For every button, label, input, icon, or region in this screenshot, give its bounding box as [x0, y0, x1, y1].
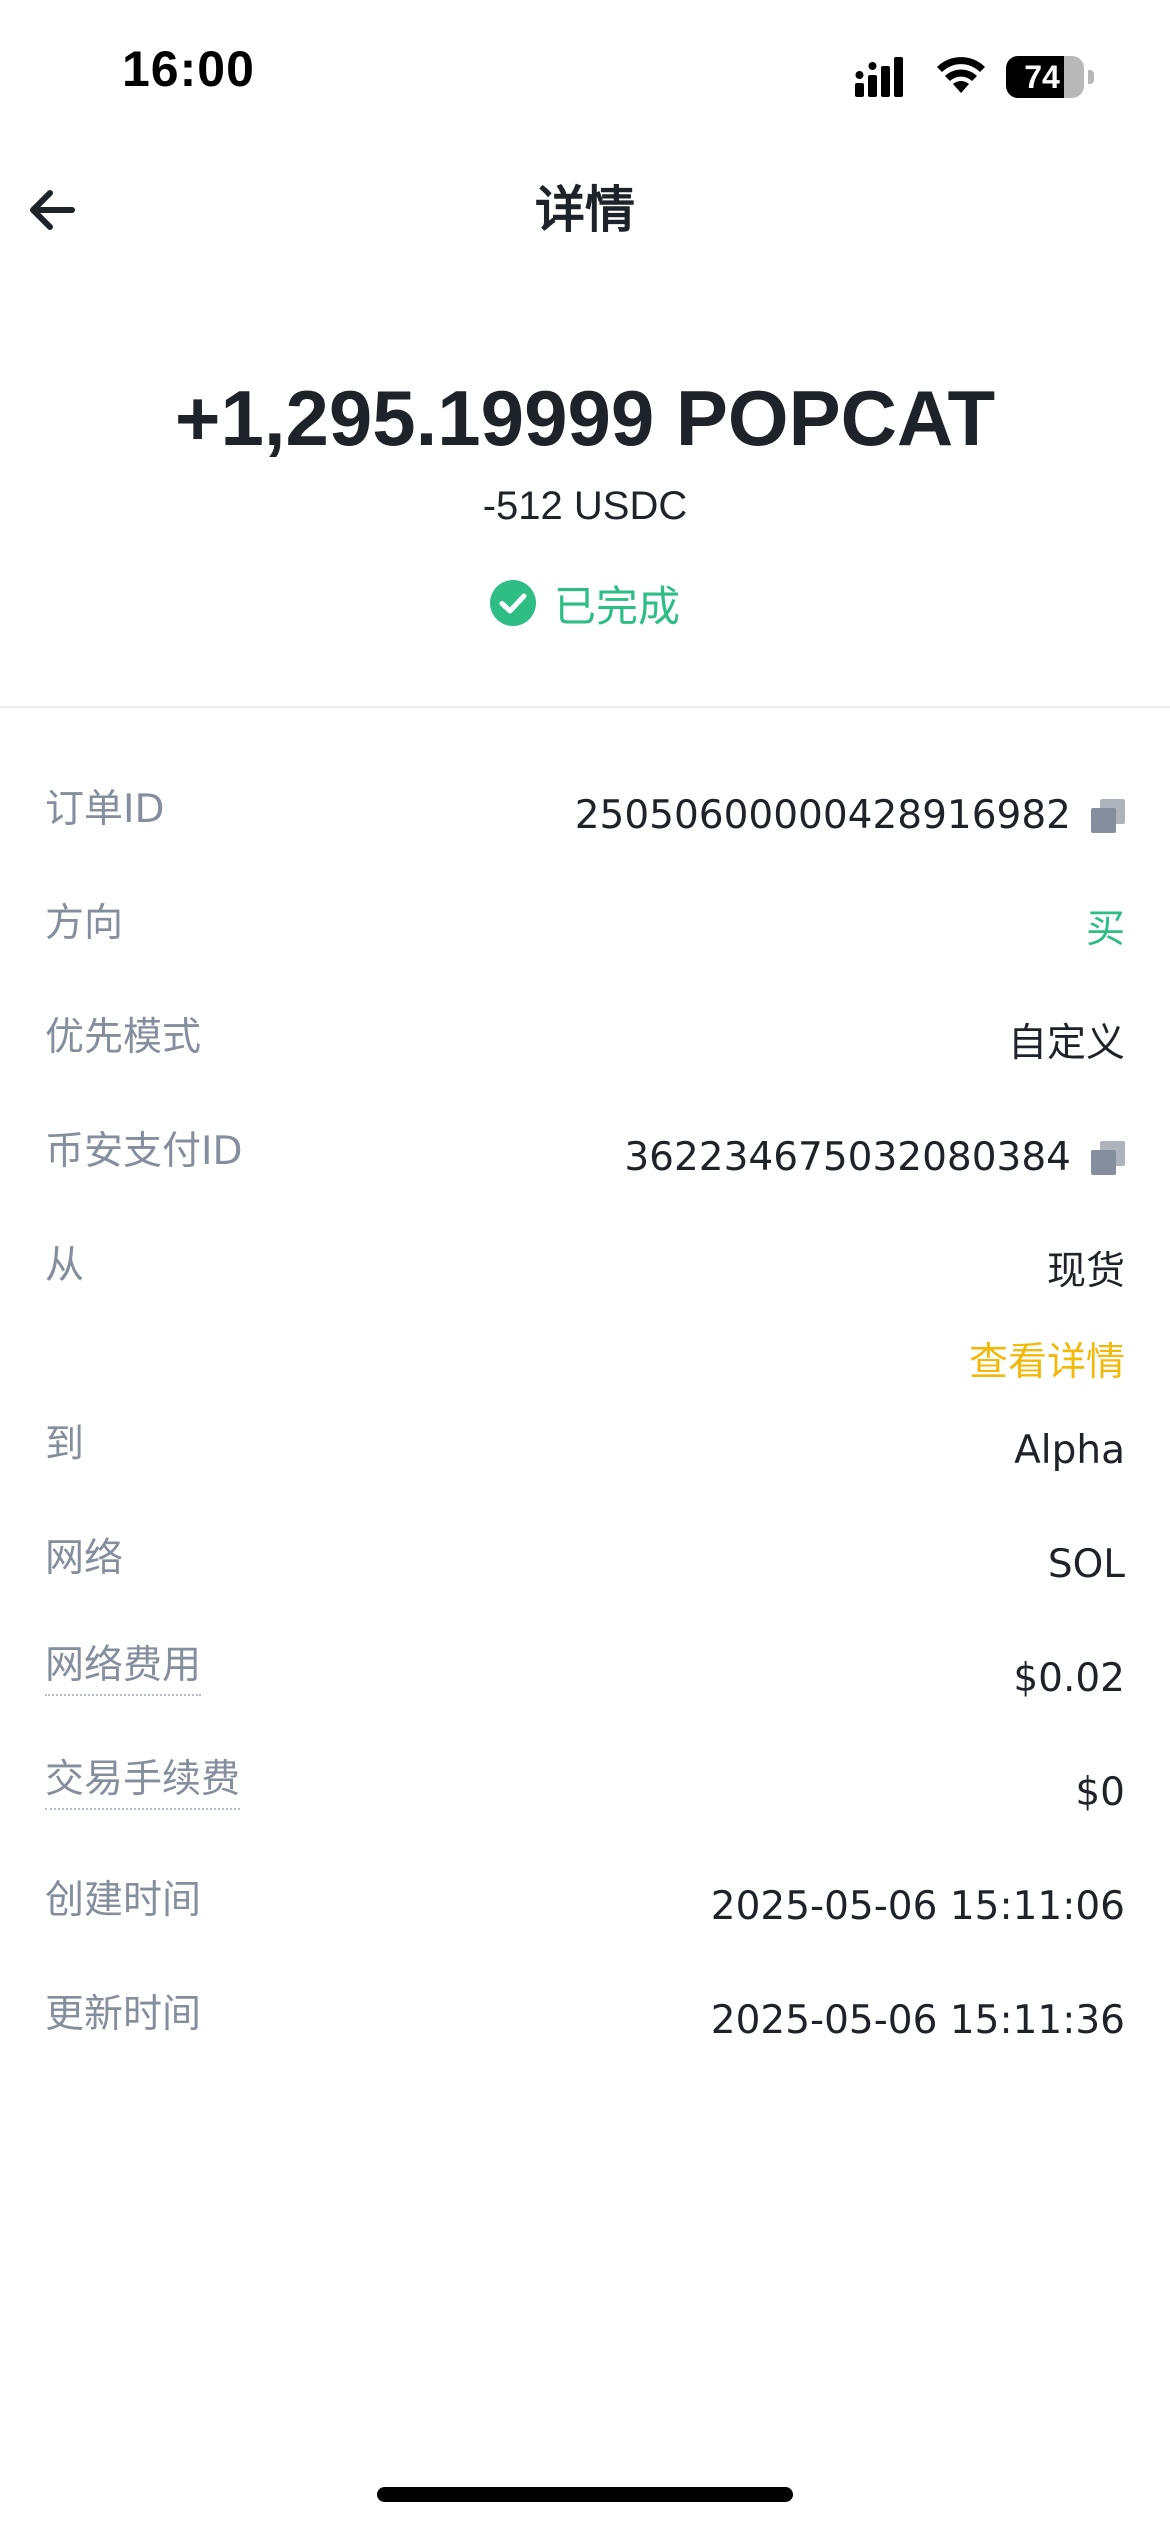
network-value: SOL [1047, 1542, 1125, 1587]
arrow-left-icon [30, 190, 75, 230]
binance-pay-id-text: 362234675032080384 [624, 1135, 1071, 1180]
detail-row-trading-fee: 交易手续费 $0 [45, 1752, 1125, 1822]
battery-body: 74 [1006, 56, 1084, 98]
order-id-value: 250506000004289169​82 [575, 781, 1125, 851]
wifi-icon [937, 57, 985, 93]
network-fee-label[interactable]: 网络费用 [45, 1638, 202, 1696]
updated-time-value: 2025-05-06 15:11:36 [710, 1998, 1125, 2043]
network-fee-value: $0.02 [1013, 1656, 1125, 1701]
detail-row-from: 从 现货 [45, 1231, 1125, 1301]
created-time-value: 2025-05-06 15:11:06 [710, 1884, 1125, 1929]
order-id-label: 订单ID [45, 787, 165, 832]
detail-row-created-time: 创建时间 2025-05-06 15:11:06 [45, 1866, 1125, 1936]
to-label: 到 [45, 1422, 85, 1467]
trading-fee-label[interactable]: 交易手续费 [45, 1752, 241, 1810]
from-label: 从 [45, 1243, 85, 1288]
status-text: 已完成 [553, 581, 680, 631]
header: 详情 [0, 150, 1170, 270]
created-time-label: 创建时间 [45, 1878, 202, 1923]
order-id-text: 250506000004289169​82 [574, 793, 1071, 838]
detail-row-order-id: 订单ID 250506000004289169​82 [45, 775, 1125, 845]
view-details-row: 查看详情 [45, 1322, 1125, 1392]
trading-fee-value: $0 [1075, 1770, 1125, 1815]
detail-row-network: 网络 SOL [45, 1524, 1125, 1594]
priority-mode-label: 优先模式 [45, 1015, 202, 1060]
copy-icon[interactable] [1091, 799, 1125, 833]
binance-pay-id-value: 362234675032080384 [624, 1123, 1125, 1193]
direction-value: 买 [1085, 907, 1125, 952]
check-circle-icon [489, 580, 536, 626]
network-label: 网络 [45, 1536, 124, 1581]
status-time: 16:00 [122, 41, 255, 97]
detail-row-network-fee: 网络费用 $0.02 [45, 1638, 1125, 1708]
paid-amount: -512 USDC [482, 484, 688, 528]
detail-row-binance-pay-id: 币安支付ID 362234675032080384 [45, 1117, 1125, 1187]
priority-mode-value: 自定义 [1007, 1021, 1125, 1066]
view-details-link[interactable]: 查看详情 [969, 1328, 1125, 1398]
divider [0, 706, 1170, 708]
battery-level: 74 [1024, 59, 1060, 95]
detail-row-priority-mode: 优先模式 自定义 [45, 1003, 1125, 1073]
page-title: 详情 [535, 181, 635, 239]
received-amount: +1,295.19999 POPCAT [174, 374, 996, 462]
cellular-signal-icon [855, 57, 903, 97]
binance-pay-id-label: 币安支付ID [45, 1129, 243, 1174]
updated-time-label: 更新时间 [45, 1992, 202, 2037]
detail-row-to: 到 Alpha [45, 1410, 1125, 1480]
copy-icon[interactable] [1091, 1141, 1125, 1175]
status-bar: 16:00 74 [0, 0, 1170, 150]
to-value: Alpha [1014, 1428, 1125, 1473]
detail-row-updated-time: 更新时间 2025-05-06 15:11:36 [45, 1980, 1125, 2050]
battery-icon: 74 [1006, 56, 1094, 98]
detail-row-direction: 方向 买 [45, 889, 1125, 959]
order-status: 已完成 [0, 570, 1170, 636]
battery-tip [1088, 70, 1094, 84]
direction-label: 方向 [45, 901, 124, 946]
from-value: 现货 [1046, 1249, 1125, 1294]
home-indicator [377, 2487, 793, 2502]
back-button[interactable] [22, 182, 84, 238]
